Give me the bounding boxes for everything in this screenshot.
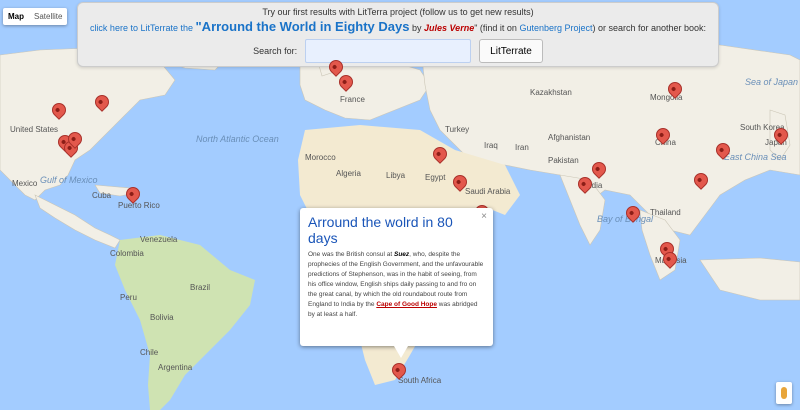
author-name: Jules Verne (424, 23, 475, 33)
map-type-satellite-button[interactable]: Satellite (29, 8, 67, 25)
label-kazakhstan: Kazakhstan (530, 88, 572, 97)
label-iran: Iran (515, 143, 529, 152)
quote-text-part-2: , who, despite the prophecies of the Eng… (308, 251, 484, 308)
label-pakistan: Pakistan (548, 156, 579, 165)
street-view-pegman-icon[interactable] (776, 382, 792, 404)
label-cuba: Cuba (92, 191, 112, 200)
label-chile: Chile (140, 348, 159, 357)
cape-of-good-hope-link[interactable]: Cape of Good Hope (376, 301, 437, 308)
click-here-text: click here to LitTerrate the (89, 23, 193, 33)
litterra-banner: Try our first results with LitTerra proj… (77, 2, 719, 67)
book-title: "Arround the World in Eighty Days (195, 19, 410, 34)
label-venezuela: Venezuela (140, 235, 178, 244)
label-colombia: Colombia (110, 249, 144, 258)
book-search-input[interactable] (305, 39, 472, 63)
label-thailand: Thailand (650, 208, 681, 217)
find-prefix: " (find it on (474, 23, 517, 33)
label-gulf-of-mexico: Gulf of Mexico (40, 175, 98, 185)
label-morocco: Morocco (305, 153, 336, 162)
label-saudi-arabia: Saudi Arabia (465, 187, 511, 196)
label-libya: Libya (386, 171, 406, 180)
label-afghanistan: Afghanistan (548, 133, 590, 142)
label-algeria: Algeria (336, 169, 361, 178)
label-sea-of-japan: Sea of Japan (745, 77, 798, 87)
label-argentina: Argentina (158, 363, 193, 372)
quote-place-suez: Suez (394, 251, 410, 258)
label-egypt: Egypt (425, 173, 446, 182)
banner-intro-text: Try our first results with LitTerra proj… (262, 7, 534, 17)
gutenberg-link[interactable]: Gutenberg Project (519, 23, 592, 33)
info-window-close-icon[interactable]: × (481, 211, 487, 222)
search-label: Search for: (253, 46, 298, 56)
label-bolivia: Bolivia (150, 313, 174, 322)
label-north-atlantic: North Atlantic Ocean (196, 134, 279, 144)
by-text: by (411, 23, 422, 33)
label-turkey: Turkey (445, 125, 469, 134)
banner-book-line: click here to LitTerrate the "Arround th… (78, 19, 718, 34)
info-window-title: Arround the wolrd in 80 days (308, 214, 453, 246)
label-peru: Peru (120, 293, 137, 302)
map-type-map-button[interactable]: Map (3, 8, 29, 25)
quote-text-part-1: One was the British consul at (308, 251, 393, 258)
label-south-africa: South Africa (398, 376, 442, 385)
label-iraq: Iraq (484, 141, 498, 150)
label-puerto-rico: Puerto Rico (118, 201, 160, 210)
label-brazil: Brazil (190, 283, 210, 292)
litterrate-book-link[interactable]: click here to LitTerrate the "Arround th… (89, 19, 410, 34)
find-suffix: ) or search for another book: (592, 23, 707, 33)
info-window-text: One was the British consul at Suez, who,… (308, 250, 485, 320)
label-france: France (340, 95, 365, 104)
info-window: × Arround the wolrd in 80 days One was t… (300, 208, 493, 358)
litterrate-button[interactable]: LitTerrate (479, 39, 543, 63)
map-type-control: Map Satellite (3, 8, 68, 25)
label-mexico: Mexico (12, 179, 38, 188)
search-row: Search for: LitTerrate (78, 39, 718, 63)
label-united-states: United States (10, 125, 58, 134)
label-east-china-sea: East China Sea (724, 152, 787, 162)
